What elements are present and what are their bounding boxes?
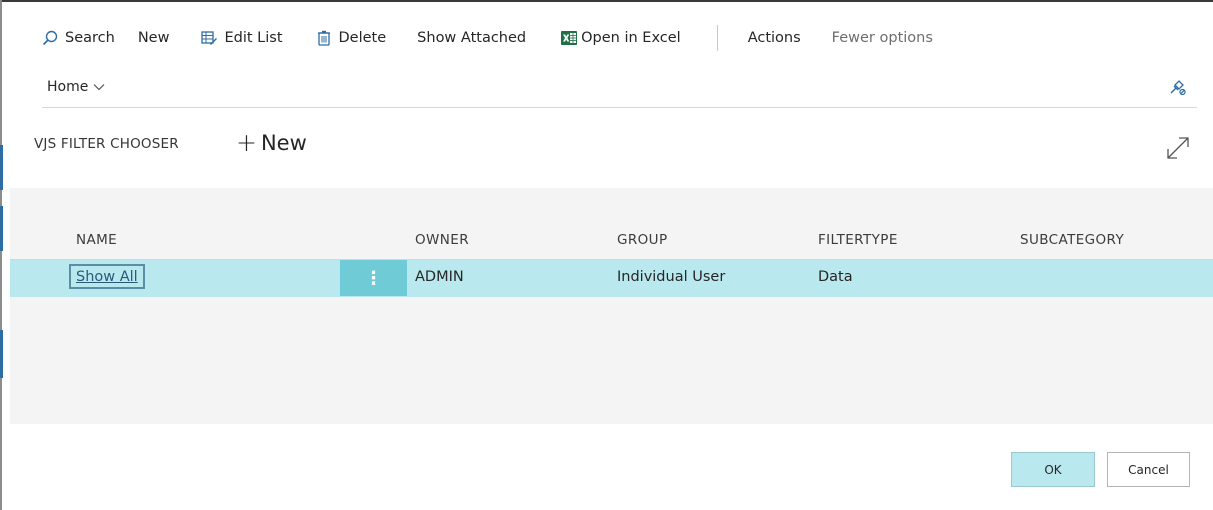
toolbar-separator xyxy=(716,25,718,51)
owner-cell: ADMIN xyxy=(415,269,464,285)
new-label: New xyxy=(137,30,170,46)
show-attached-label: Show Attached xyxy=(417,30,527,46)
delete-button[interactable]: Delete xyxy=(316,30,387,46)
group-cell: Individual User xyxy=(617,269,726,285)
row-actions-button[interactable]: ⋮ xyxy=(340,260,407,296)
search-button[interactable]: Search xyxy=(42,30,115,46)
home-menu-button[interactable]: Home xyxy=(47,79,105,95)
window-top-border xyxy=(0,0,1213,2)
column-header-name[interactable]: NAME xyxy=(76,232,117,248)
chevron-down-icon xyxy=(93,84,105,91)
show-attached-button[interactable]: Show Attached xyxy=(417,30,526,46)
plus-icon: + xyxy=(236,128,257,157)
page-title: VJS FILTER CHOOSER xyxy=(34,136,179,152)
excel-icon xyxy=(561,31,578,45)
search-icon xyxy=(42,30,58,46)
background-accent-strip xyxy=(0,206,3,251)
ok-label: OK xyxy=(1044,462,1062,477)
ok-button[interactable]: OK xyxy=(1011,452,1095,487)
add-new-label: New xyxy=(260,130,307,155)
header-divider xyxy=(42,107,1197,108)
edit-list-icon xyxy=(201,31,218,45)
open-in-excel-button[interactable]: Open in Excel xyxy=(561,30,681,46)
edit-list-label: Edit List xyxy=(224,30,283,46)
edit-list-button[interactable]: Edit List xyxy=(201,30,283,46)
search-label: Search xyxy=(65,30,115,46)
delete-label: Delete xyxy=(338,30,387,46)
column-header-subcategory[interactable]: SUBCATEGORY xyxy=(1020,232,1124,248)
column-header-group[interactable]: GROUP xyxy=(617,232,668,248)
actions-label: Actions xyxy=(747,30,801,46)
more-options-icon: ⋮ xyxy=(364,267,383,289)
column-header-owner[interactable]: OWNER xyxy=(415,232,469,248)
window-left-border xyxy=(0,0,2,510)
background-accent-strip xyxy=(0,145,3,190)
actions-menu-button[interactable]: Actions xyxy=(748,30,801,46)
name-cell-link[interactable]: Show All xyxy=(69,264,145,289)
fewer-options-label: Fewer options xyxy=(831,30,933,46)
column-header-filtertype[interactable]: FILTERTYPE xyxy=(818,232,898,248)
open-in-excel-label: Open in Excel xyxy=(581,30,681,46)
home-label: Home xyxy=(47,79,89,95)
table-row[interactable] xyxy=(10,259,1213,297)
expand-icon[interactable] xyxy=(1164,134,1192,162)
delete-icon xyxy=(317,30,330,46)
cancel-label: Cancel xyxy=(1128,462,1169,477)
background-accent-strip xyxy=(0,330,3,378)
add-new-button[interactable]: + New xyxy=(236,130,307,155)
pin-icon[interactable] xyxy=(1167,77,1187,97)
cancel-button[interactable]: Cancel xyxy=(1107,452,1190,487)
list-grid xyxy=(10,188,1213,424)
fewer-options-button[interactable]: Fewer options xyxy=(832,30,933,46)
new-button[interactable]: New xyxy=(138,30,170,46)
page-frame: Search New Edit List Delete Show Attache… xyxy=(0,0,1213,510)
filtertype-cell: Data xyxy=(818,269,853,285)
action-bar: Search New Edit List Delete Show Attache… xyxy=(42,25,933,51)
